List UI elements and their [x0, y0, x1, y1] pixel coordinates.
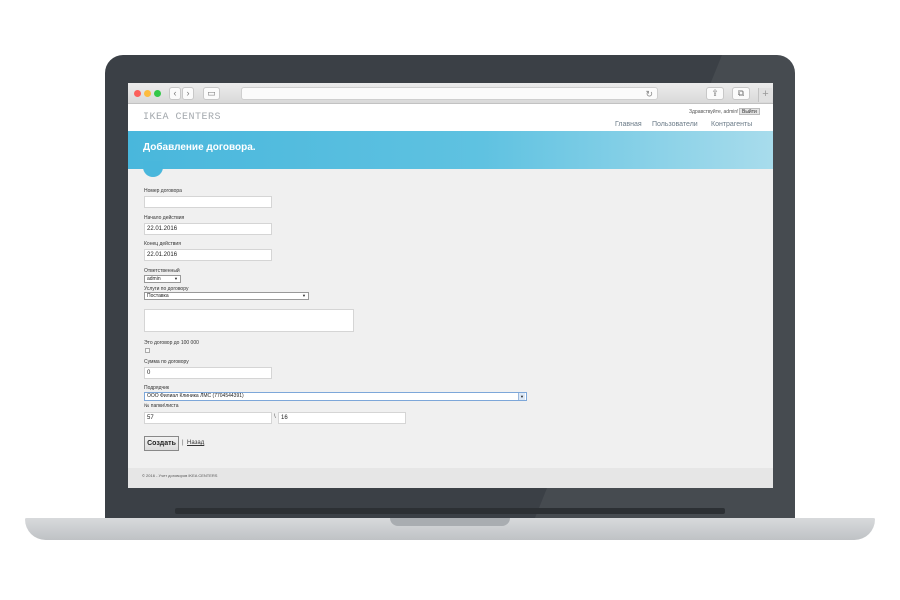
share-icon[interactable]: ⇪ — [706, 87, 724, 100]
contract-number-label: Номер договора — [144, 188, 182, 194]
services-value: Поставка — [147, 293, 169, 299]
site-footer: © 2016 - Учет договоров IKEA CENTERS — [128, 468, 773, 488]
nav-users[interactable]: Пользователи — [652, 121, 698, 128]
under-100k-label: Это договор до 100 000 — [144, 340, 199, 346]
reload-icon[interactable]: ↻ — [645, 88, 653, 100]
site-header: IKEA CENTERS Здравствуйте, admin! Выйти … — [128, 104, 773, 131]
start-date-label: Начало действия — [144, 215, 185, 221]
services-select[interactable]: Поставка ▼ — [144, 292, 309, 300]
laptop-base-notch — [390, 518, 510, 526]
screen-bottom-bezel — [175, 508, 725, 514]
dropdown-arrow-icon: ▼ — [174, 276, 178, 281]
nav-contractors[interactable]: Контрагенты — [711, 121, 752, 128]
responsible-select[interactable]: admin ▼ — [144, 275, 181, 283]
contract-number-input[interactable] — [144, 196, 272, 208]
dropdown-arrow-icon: ▼ — [518, 393, 525, 400]
banner-decoration — [143, 161, 163, 177]
browser-window: ‹ › ▭ ↻ ⇪ ⧉ + IKEA CENTERS Здравствуйте,… — [128, 83, 773, 488]
laptop-mockup: ‹ › ▭ ↻ ⇪ ⧉ + IKEA CENTERS Здравствуйте,… — [0, 0, 900, 600]
browser-toolbar: ‹ › ▭ ↻ ⇪ ⧉ + — [128, 83, 773, 104]
responsible-label: Ответственный — [144, 268, 180, 274]
minimize-window-icon[interactable] — [144, 90, 151, 97]
tabs-overview-icon[interactable]: ⧉ — [732, 87, 750, 100]
address-bar[interactable]: ↻ — [241, 87, 658, 100]
services-textarea[interactable] — [144, 309, 354, 332]
sum-label: Сумма по договору — [144, 359, 189, 365]
end-date-label: Конец действия — [144, 241, 181, 247]
folder-input[interactable]: 57 — [144, 412, 272, 424]
maximize-window-icon[interactable] — [154, 90, 161, 97]
page-banner: Добавление договора. — [128, 131, 773, 169]
back-link[interactable]: Назад — [187, 440, 204, 446]
forward-arrow-icon[interactable]: › — [182, 87, 194, 100]
user-greeting: Здравствуйте, admin! — [689, 109, 739, 115]
contractor-select[interactable]: ООО Филиал Клиника ЛМС (7704544391) ▼ — [144, 392, 527, 401]
logout-button[interactable]: Выйти — [739, 108, 760, 115]
back-arrow-icon[interactable]: ‹ — [169, 87, 181, 100]
folder-sheet-label: № папки\листа — [144, 403, 179, 409]
sum-input[interactable]: 0 — [144, 367, 272, 379]
contractor-label: Подрядчик — [144, 385, 170, 391]
end-date-input[interactable]: 22.01.2016 — [144, 249, 272, 261]
under-100k-checkbox[interactable] — [145, 348, 150, 353]
footer-copyright: © 2016 - Учет договоров IKEA CENTERS — [142, 473, 218, 478]
create-button[interactable]: Создать — [144, 436, 179, 451]
close-window-icon[interactable] — [134, 90, 141, 97]
site-logo[interactable]: IKEA CENTERS — [143, 112, 221, 123]
sheet-input[interactable]: 16 — [278, 412, 406, 424]
sidebar-toggle-icon[interactable]: ▭ — [203, 87, 220, 100]
page-title: Добавление договора. — [143, 142, 256, 153]
new-tab-icon[interactable]: + — [758, 88, 772, 102]
responsible-value: admin — [147, 276, 161, 282]
nav-home[interactable]: Главная — [615, 121, 642, 128]
folder-sheet-separator: \ — [274, 414, 276, 420]
action-separator: | — [182, 440, 184, 446]
start-date-input[interactable]: 22.01.2016 — [144, 223, 272, 235]
contractor-value: ООО Филиал Клиника ЛМС (7704544391) — [147, 393, 244, 399]
dropdown-arrow-icon: ▼ — [302, 293, 306, 298]
